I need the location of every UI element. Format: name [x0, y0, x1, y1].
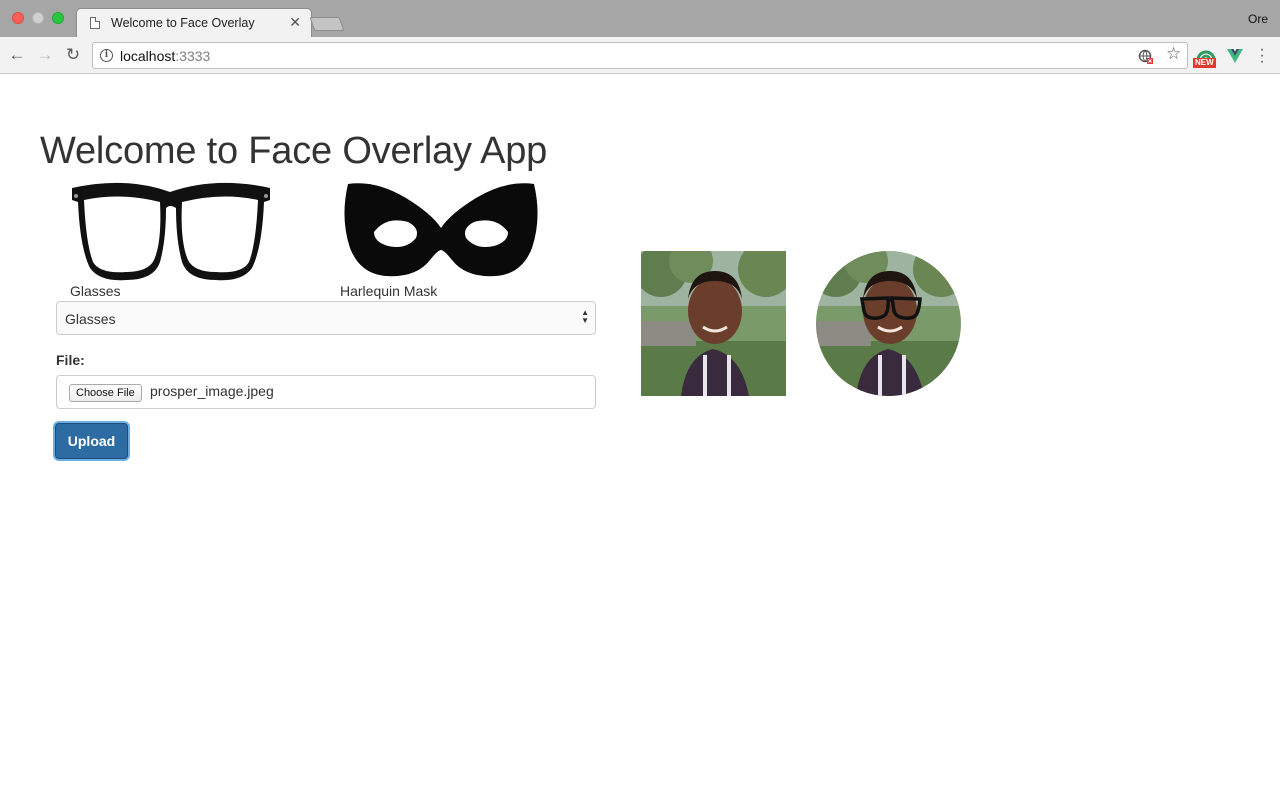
- result-photo-image: [816, 251, 961, 396]
- url-port: :3333: [175, 48, 211, 64]
- tab-title: Welcome to Face Overlay: [111, 16, 255, 30]
- extension-new-badge: NEW: [1193, 58, 1216, 68]
- url-text: localhost:3333: [120, 48, 210, 64]
- file-label: File:: [56, 352, 85, 368]
- page-icon: [90, 17, 100, 29]
- browser-tab-active[interactable]: Welcome to Face Overlay ✕: [76, 8, 312, 38]
- browser-titlebar: Welcome to Face Overlay ✕ Ore: [0, 0, 1280, 38]
- page-title: Welcome to Face Overlay App: [40, 130, 548, 172]
- url-host: localhost: [120, 48, 176, 64]
- selected-file-name: prosper_image.jpeg: [150, 383, 274, 399]
- new-tab-button[interactable]: [309, 17, 345, 31]
- glasses-image: [72, 182, 270, 281]
- window-close-button[interactable]: [12, 12, 24, 24]
- overlay-caption: Harlequin Mask: [340, 283, 438, 299]
- overlay-select[interactable]: Glasses ▲ ▼: [56, 301, 596, 335]
- original-photo: [641, 251, 786, 396]
- translate-blocked-icon[interactable]: [1138, 49, 1154, 65]
- info-icon[interactable]: i: [100, 49, 113, 62]
- back-arrow-icon[interactable]: ←: [7, 45, 27, 65]
- harlequin-mask-image: [344, 183, 538, 277]
- tab-close-icon[interactable]: ✕: [289, 15, 301, 29]
- window-minimize-button[interactable]: [32, 12, 44, 24]
- forward-arrow-icon[interactable]: →: [35, 45, 55, 65]
- overlay-option-harlequin-mask[interactable]: Harlequin Mask: [336, 178, 546, 299]
- bookmark-star-icon[interactable]: ☆: [1166, 45, 1181, 62]
- choose-file-button[interactable]: Choose File: [69, 384, 142, 402]
- overlay-select-value: Glasses: [65, 311, 116, 327]
- browser-toolbar: ← → ↻ i localhost:3333 ☆ NEW · · ·: [0, 37, 1280, 74]
- original-photo-image: [641, 251, 786, 396]
- upload-button[interactable]: Upload: [55, 423, 128, 459]
- vue-devtools-icon[interactable]: [1226, 47, 1244, 65]
- result-photo: [816, 251, 961, 396]
- window-maximize-button[interactable]: [52, 12, 64, 24]
- browser-menu-icon[interactable]: · · ·: [1257, 42, 1267, 70]
- file-input[interactable]: Choose File prosper_image.jpeg: [56, 375, 596, 409]
- profile-name[interactable]: Ore: [1248, 12, 1268, 26]
- reload-icon[interactable]: ↻: [63, 45, 83, 65]
- address-bar[interactable]: i localhost:3333 ☆: [92, 42, 1188, 69]
- overlay-caption: Glasses: [70, 283, 121, 299]
- overlay-option-glasses[interactable]: Glasses: [66, 178, 276, 299]
- select-arrows-icon: ▲ ▼: [581, 308, 589, 325]
